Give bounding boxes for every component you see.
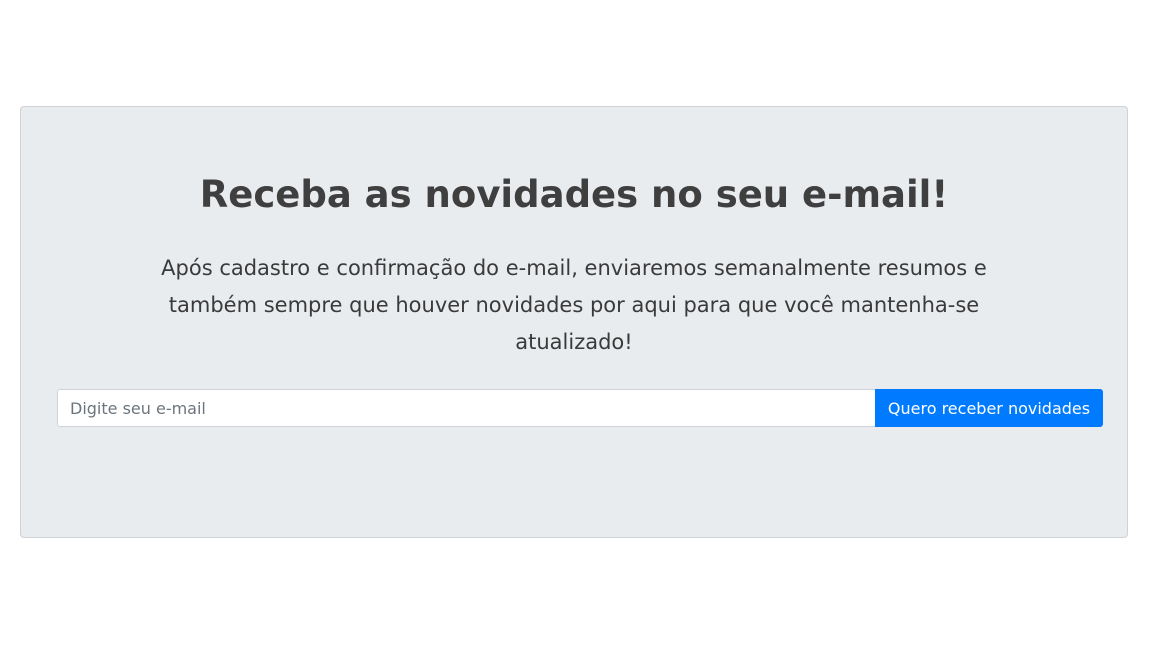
subscribe-button[interactable]: Quero receber novidades (875, 389, 1103, 427)
newsletter-description: Após cadastro e confirmação do e-mail, e… (161, 256, 987, 354)
newsletter-panel: Receba as novidades no seu e-mail! Após … (20, 106, 1128, 538)
newsletter-form: Quero receber novidades (57, 389, 1103, 427)
newsletter-title: Receba as novidades no seu e-mail! (199, 173, 949, 216)
email-input[interactable] (57, 389, 875, 427)
